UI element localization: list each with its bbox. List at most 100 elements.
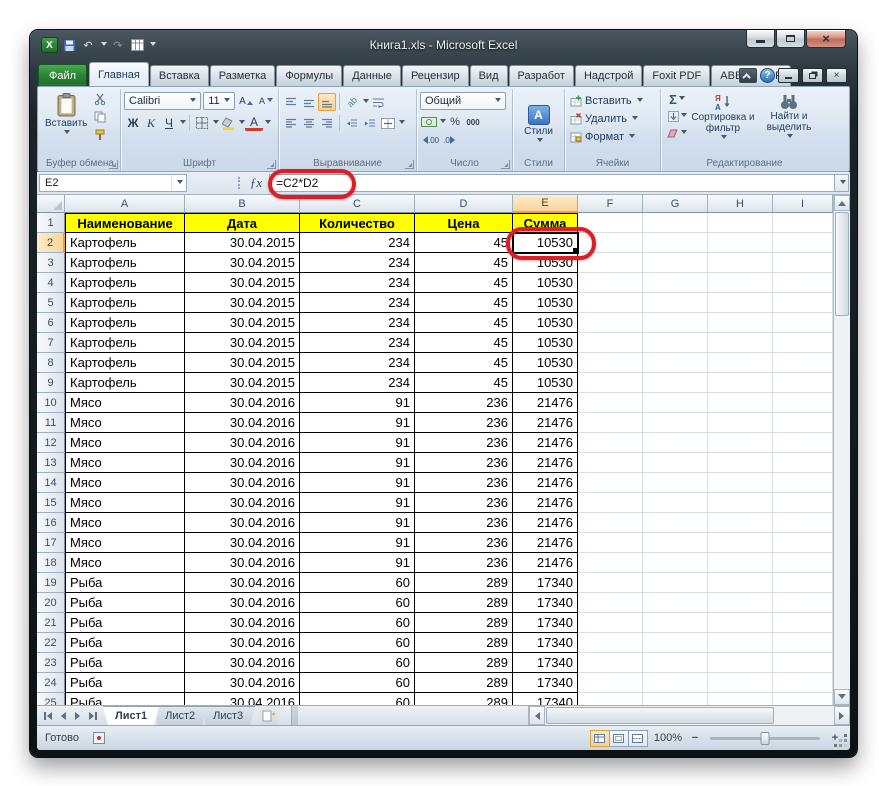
zoom-out-button[interactable]: − (688, 732, 702, 744)
cell-E17[interactable]: 21476 (513, 533, 578, 553)
normal-view-button[interactable] (590, 730, 610, 747)
select-all-button[interactable] (37, 195, 65, 213)
row-header-21[interactable]: 21 (37, 613, 65, 633)
cell-G12[interactable] (643, 433, 708, 453)
quick-table-icon[interactable] (129, 37, 145, 53)
decrease-decimal-button[interactable]: .0 (441, 133, 458, 147)
cell-E23[interactable]: 17340 (513, 653, 578, 673)
next-sheet-button[interactable] (71, 709, 84, 723)
zoom-level[interactable]: 100% (654, 732, 682, 744)
expand-formula-bar-button[interactable] (834, 174, 849, 192)
cell-D2[interactable]: 45 (415, 233, 513, 253)
cell-I8[interactable] (773, 353, 833, 373)
cell-I7[interactable] (773, 333, 833, 353)
workbook-minimize-icon[interactable] (778, 68, 799, 83)
cell-H13[interactable] (708, 453, 773, 473)
cell-E4[interactable]: 10530 (513, 273, 578, 293)
cell-C2[interactable]: 234 (300, 233, 415, 253)
cell-G7[interactable] (643, 333, 708, 353)
cell-A7[interactable]: Картофель (65, 333, 185, 353)
cell-C17[interactable]: 91 (300, 533, 415, 553)
increase-indent-button[interactable] (361, 114, 379, 132)
cell-F6[interactable] (578, 313, 643, 333)
cell-B25[interactable]: 30.04.2016 (185, 693, 300, 705)
cell-B15[interactable]: 30.04.2016 (185, 493, 300, 513)
cell-F3[interactable] (578, 253, 643, 273)
cell-D8[interactable]: 45 (415, 353, 513, 373)
redo-icon[interactable]: ↷ (110, 37, 126, 53)
cell-C25[interactable]: 60 (300, 693, 415, 705)
cell-I23[interactable] (773, 653, 833, 673)
cell-G5[interactable] (643, 293, 708, 313)
minimize-button[interactable] (746, 30, 775, 48)
ribbon-tab-9[interactable]: Надстрой (575, 65, 642, 86)
cell-B8[interactable]: 30.04.2015 (185, 353, 300, 373)
cell-F23[interactable] (578, 653, 643, 673)
cell-F25[interactable] (578, 693, 643, 705)
cell-A18[interactable]: Мясо (65, 553, 185, 573)
cell-F13[interactable] (578, 453, 643, 473)
vertical-scroll-thumb[interactable] (835, 212, 849, 316)
cell-A1[interactable]: Наименование (65, 213, 185, 233)
cell-A20[interactable]: Рыба (65, 593, 185, 613)
cell-G19[interactable] (643, 573, 708, 593)
cell-A13[interactable]: Мясо (65, 453, 185, 473)
cell-B16[interactable]: 30.04.2016 (185, 513, 300, 533)
cell-E8[interactable]: 10530 (513, 353, 578, 373)
cell-E20[interactable]: 17340 (513, 593, 578, 613)
bold-button[interactable]: Ж (124, 114, 142, 132)
cell-G25[interactable] (643, 693, 708, 705)
cell-A21[interactable]: Рыба (65, 613, 185, 633)
column-header-G[interactable]: G (643, 195, 708, 213)
cell-E2[interactable]: 10530 (513, 233, 578, 253)
cell-E7[interactable]: 10530 (513, 333, 578, 353)
cell-G13[interactable] (643, 453, 708, 473)
column-header-H[interactable]: H (708, 195, 773, 213)
row-header-12[interactable]: 12 (37, 433, 65, 453)
cell-H3[interactable] (708, 253, 773, 273)
cell-I25[interactable] (773, 693, 833, 705)
cell-F15[interactable] (578, 493, 643, 513)
merge-dropdown-icon[interactable] (399, 120, 405, 127)
horizontal-scroll-track[interactable] (775, 706, 834, 725)
row-header-22[interactable]: 22 (37, 633, 65, 653)
cell-D21[interactable]: 289 (415, 613, 513, 633)
scroll-down-button[interactable] (834, 689, 850, 705)
cell-B13[interactable]: 30.04.2016 (185, 453, 300, 473)
ribbon-tab-4[interactable]: Формулы (276, 65, 342, 86)
cell-A14[interactable]: Мясо (65, 473, 185, 493)
clipboard-dialog-launcher-icon[interactable] (109, 160, 118, 169)
help-icon[interactable]: ? (760, 68, 775, 83)
cell-C20[interactable]: 60 (300, 593, 415, 613)
cell-G23[interactable] (643, 653, 708, 673)
cell-I11[interactable] (773, 413, 833, 433)
cell-G15[interactable] (643, 493, 708, 513)
clear-button[interactable] (666, 126, 688, 141)
cell-A8[interactable]: Картофель (65, 353, 185, 373)
cell-H17[interactable] (708, 533, 773, 553)
row-header-8[interactable]: 8 (37, 353, 65, 373)
cell-C21[interactable]: 60 (300, 613, 415, 633)
cell-E22[interactable]: 17340 (513, 633, 578, 653)
cell-F22[interactable] (578, 633, 643, 653)
cell-B22[interactable]: 30.04.2016 (185, 633, 300, 653)
column-header-E[interactable]: E (513, 195, 578, 213)
cell-I22[interactable] (773, 633, 833, 653)
cell-G17[interactable] (643, 533, 708, 553)
cell-E16[interactable]: 21476 (513, 513, 578, 533)
sheet-tab-3[interactable]: Лист3 (201, 706, 255, 725)
cell-D16[interactable]: 236 (415, 513, 513, 533)
cell-H12[interactable] (708, 433, 773, 453)
percent-button[interactable]: % (446, 113, 464, 131)
cell-I24[interactable] (773, 673, 833, 693)
font-size-select[interactable]: 11 (203, 92, 235, 110)
align-middle-button[interactable] (300, 93, 318, 111)
cell-E1[interactable]: Сумма (513, 213, 578, 233)
cell-I19[interactable] (773, 573, 833, 593)
cut-button[interactable] (91, 91, 109, 107)
cell-H1[interactable] (708, 213, 773, 233)
row-header-13[interactable]: 13 (37, 453, 65, 473)
autosum-button[interactable]: Σ (666, 92, 688, 107)
cell-I1[interactable] (773, 213, 833, 233)
cell-E11[interactable]: 21476 (513, 413, 578, 433)
